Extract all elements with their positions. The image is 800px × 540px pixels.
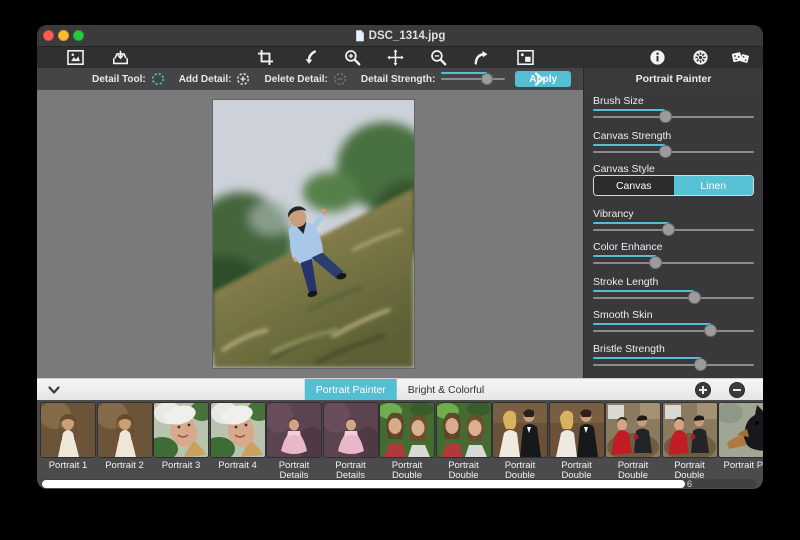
detail-tool-label: Detail Tool:: [92, 74, 146, 85]
couple-red-thumbnail-art: [663, 403, 717, 457]
main-toolbar: [37, 47, 763, 68]
horizontal-scrollbar[interactable]: [41, 479, 757, 488]
window-title: DSC_1314.jpg: [369, 30, 446, 42]
preset-thumbnail-6[interactable]: Portrait Details 2: [324, 403, 378, 489]
vibrancy-label: Vibrancy: [593, 208, 634, 220]
app-window: DSC_1314.jpg Detail Tool: Add Detail: De…: [37, 25, 763, 489]
preset-thumbnail-12[interactable]: Portrait Double 6: [663, 403, 717, 489]
preview-icon[interactable]: [514, 48, 536, 67]
couple-red-thumbnail-art: [606, 403, 660, 457]
woman-sepia-thumbnail-art: [98, 403, 152, 457]
bride-groom-thumbnail-art: [550, 403, 604, 457]
chevron-down-icon[interactable]: [47, 383, 61, 397]
zoom-window-button[interactable]: [73, 30, 84, 41]
preset-thumbnail-label: Portrait 1: [39, 461, 97, 471]
add-detail-label: Add Detail:: [179, 74, 232, 85]
preset-thumbnail-8[interactable]: Portrait Double 2: [437, 403, 491, 489]
editing-canvas[interactable]: [37, 90, 583, 378]
detail-tool-icon[interactable]: [151, 72, 165, 86]
canvas-style-option-canvas[interactable]: Canvas: [594, 176, 674, 195]
bristle-strength-label: Bristle Strength: [593, 343, 665, 355]
detail-tool-bar: Detail Tool: Add Detail: Delete Detail: …: [37, 68, 583, 90]
minimize-button[interactable]: [58, 30, 69, 41]
zoom-in-icon[interactable]: [341, 48, 363, 67]
preset-thumbnail-10[interactable]: Portrait Double 4: [550, 403, 604, 489]
delete-detail-label: Delete Detail:: [264, 74, 327, 85]
smooth-skin-slider[interactable]: [593, 323, 754, 338]
two-girls-thumbnail-art: [437, 403, 491, 457]
stroke-length-slider[interactable]: [593, 290, 754, 305]
canvas-strength-slider[interactable]: [593, 144, 754, 159]
zoom-out-icon[interactable]: [427, 48, 449, 67]
preset-thumbnail-13[interactable]: Portrait Pe: [719, 403, 763, 489]
close-button[interactable]: [43, 30, 54, 41]
bristle-strength-slider[interactable]: [593, 357, 754, 372]
dog-thumbnail-art: [719, 403, 763, 457]
preset-thumbnail-2[interactable]: Portrait 2: [98, 403, 152, 489]
settings-icon[interactable]: [689, 48, 711, 67]
color-enhance-label: Color Enhance: [593, 241, 662, 253]
canvas-strength-label: Canvas Strength: [593, 130, 671, 142]
preset-filmstrip: Portrait 1 Portrait 2 Portrait 3 Portrai…: [37, 400, 763, 489]
color-enhance-slider[interactable]: [593, 255, 754, 270]
preset-thumbnail-9[interactable]: Portrait Double 3: [493, 403, 547, 489]
move-icon[interactable]: [384, 48, 406, 67]
woman-sepia-thumbnail-art: [41, 403, 95, 457]
vibrancy-slider[interactable]: [593, 222, 754, 237]
preset-thumbnail-1[interactable]: Portrait 1: [41, 403, 95, 489]
tab-portrait-painter[interactable]: Portrait Painter: [305, 379, 397, 401]
preset-thumbnail-label: Portrait 4: [209, 461, 267, 471]
document-icon: [355, 29, 365, 42]
redo-icon[interactable]: [469, 48, 491, 67]
panel-title: Portrait Painter: [636, 73, 712, 85]
panel-header: Portrait Painter: [583, 68, 763, 90]
preset-thumbnail-11[interactable]: Portrait Double 5: [606, 403, 660, 489]
detail-strength-label: Detail Strength:: [361, 74, 435, 85]
preset-thumbnail-3[interactable]: Portrait 3: [154, 403, 208, 489]
face-hat-thumbnail-art: [211, 403, 265, 457]
random-icon[interactable]: [729, 48, 751, 67]
preset-tabs: Portrait Painter Bright & Colorful: [305, 379, 495, 401]
preset-thumbnail-7[interactable]: Portrait Double 1: [380, 403, 434, 489]
portrait-painter-panel: Brush Size Canvas Strength Canvas Style …: [583, 90, 763, 378]
traffic-lights: [37, 30, 86, 41]
delete-detail-icon[interactable]: [333, 72, 347, 86]
add-preset-button[interactable]: [695, 382, 711, 398]
stroke-length-label: Stroke Length: [593, 276, 658, 288]
preset-thumbnail-4[interactable]: Portrait 4: [211, 403, 265, 489]
preset-thumbnail-label: Portrait Pe: [717, 461, 763, 471]
face-hat-thumbnail-art: [154, 403, 208, 457]
girl-pink-thumbnail-art: [324, 403, 378, 457]
preset-thumbnail-5[interactable]: Portrait Details 1: [267, 403, 321, 489]
preset-thumbnail-label: Portrait 3: [152, 461, 210, 471]
smooth-skin-label: Smooth Skin: [593, 309, 653, 321]
bride-groom-thumbnail-art: [493, 403, 547, 457]
canvas-style-label: Canvas Style: [593, 163, 655, 175]
preset-thumbnail-label: Portrait 2: [96, 461, 154, 471]
undo-icon[interactable]: [299, 48, 321, 67]
detail-strength-slider[interactable]: [441, 72, 505, 86]
brush-size-label: Brush Size: [593, 95, 644, 107]
chevron-right-icon[interactable]: [533, 71, 545, 87]
remove-preset-button[interactable]: [729, 382, 745, 398]
preset-tab-bar: Portrait Painter Bright & Colorful: [37, 378, 763, 400]
scrollbar-thumb[interactable]: [42, 480, 685, 488]
brush-size-slider[interactable]: [593, 109, 754, 124]
girl-pink-thumbnail-art: [267, 403, 321, 457]
import-icon[interactable]: [109, 48, 131, 67]
canvas-style-option-linen[interactable]: Linen: [674, 176, 754, 195]
two-girls-thumbnail-art: [380, 403, 434, 457]
crop-icon[interactable]: [254, 48, 276, 67]
add-detail-icon[interactable]: [236, 72, 250, 86]
tab-bright-colorful[interactable]: Bright & Colorful: [397, 379, 495, 401]
canvas-style-segmented-control: Canvas Linen: [593, 175, 754, 196]
info-icon[interactable]: [646, 48, 668, 67]
title-bar: DSC_1314.jpg: [37, 25, 763, 47]
image-icon[interactable]: [64, 48, 86, 67]
photo-preview[interactable]: [213, 100, 414, 368]
